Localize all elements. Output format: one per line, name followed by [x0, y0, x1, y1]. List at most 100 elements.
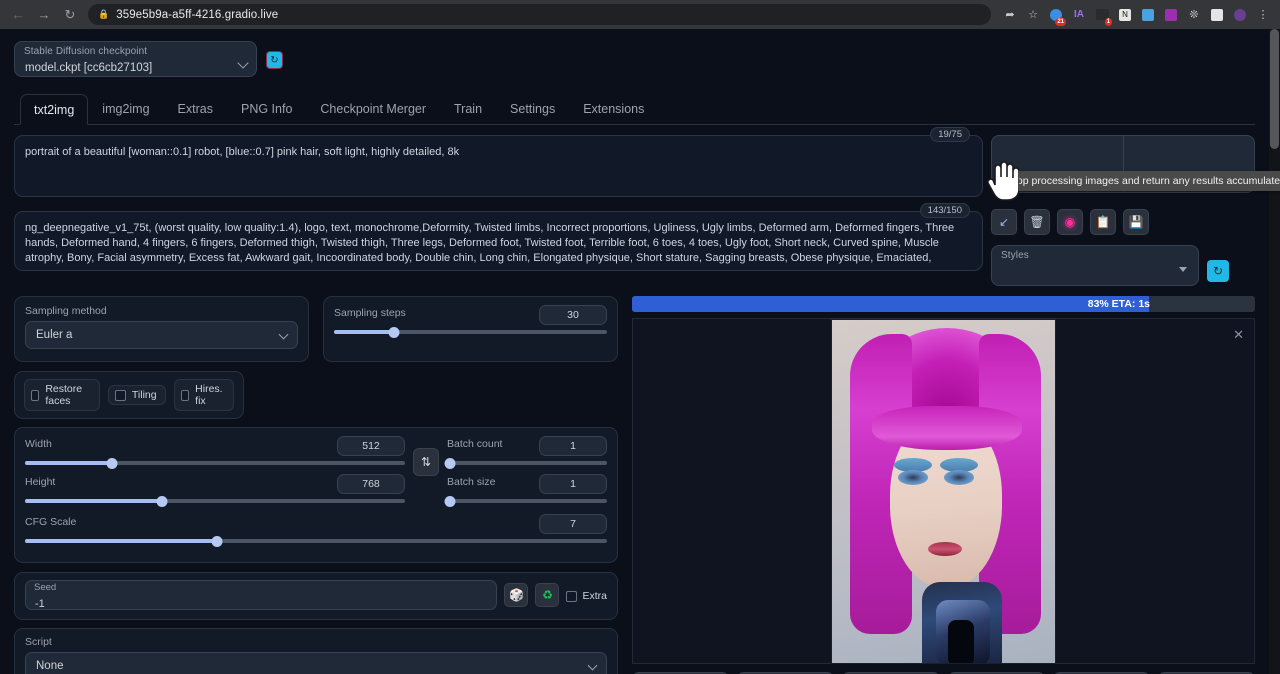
batch-size-label: Batch size	[447, 476, 495, 488]
checkpoint-row: Stable Diffusion checkpoint model.ckpt […	[0, 29, 1269, 77]
restore-faces-checkbox[interactable]: Restore faces	[24, 379, 100, 411]
tab-settings[interactable]: Settings	[496, 93, 569, 124]
tiling-checkbox[interactable]: Tiling	[108, 385, 166, 405]
apply-style-icon[interactable]: 📋	[1090, 209, 1116, 235]
extension-dark-icon[interactable]: 1	[1091, 4, 1113, 26]
styles-select[interactable]: Styles	[991, 245, 1199, 286]
checkbox-box	[566, 591, 577, 602]
image-gallery: ✕	[632, 318, 1255, 664]
extension-blue-icon[interactable]: 21	[1045, 4, 1067, 26]
kebab-menu-icon[interactable]: ⋮	[1252, 4, 1274, 26]
image-bangs	[872, 406, 1022, 450]
cfg-scale-field: CFG Scale 7	[25, 514, 607, 548]
extension-image-icon[interactable]	[1137, 4, 1159, 26]
lock-icon: 🔒	[98, 9, 109, 20]
sampling-method-value: Euler a	[36, 329, 72, 341]
star-icon[interactable]: ☆	[1022, 4, 1044, 26]
extension-puzzle-icon[interactable]: ❊	[1183, 4, 1205, 26]
cfg-scale-slider[interactable]	[25, 534, 607, 548]
positive-prompt-text: portrait of a beautiful [woman::0.1] rob…	[25, 145, 972, 160]
share-icon[interactable]: ➦	[999, 4, 1021, 26]
generated-image[interactable]	[831, 319, 1056, 664]
styles-refresh-button[interactable]: ↻	[1207, 260, 1229, 282]
checkbox-box	[31, 390, 39, 401]
sampling-steps-card: Sampling steps 30	[323, 296, 618, 362]
tab-checkpoint-merger[interactable]: Checkpoint Merger	[306, 93, 440, 124]
batch-count-field: Batch count 1	[447, 436, 607, 470]
hires-fix-checkbox[interactable]: Hires. fix	[174, 379, 234, 411]
batch-settings: Batch count 1 Batch size 1	[447, 436, 607, 512]
page-scrollbar[interactable]	[1269, 29, 1280, 674]
height-input[interactable]: 768	[337, 474, 405, 494]
forward-arrow-icon[interactable]: →	[32, 3, 56, 27]
tab-extensions[interactable]: Extensions	[569, 93, 658, 124]
extra-seed-checkbox[interactable]: Extra	[566, 590, 607, 602]
restore-faces-label: Restore faces	[45, 383, 91, 407]
paste-arrow-icon[interactable]: ↙	[991, 209, 1017, 235]
tab-img2img[interactable]: img2img	[88, 93, 163, 124]
trash-icon[interactable]: 🗑	[1024, 209, 1050, 235]
batch-count-slider[interactable]	[447, 456, 607, 470]
reload-icon[interactable]: ↻	[58, 3, 82, 27]
prompt-section: 19/75 portrait of a beautiful [woman::0.…	[0, 125, 1269, 286]
save-style-icon[interactable]: 💾	[1123, 209, 1149, 235]
seed-value: -1	[35, 598, 45, 610]
checkpoint-label: Stable Diffusion checkpoint	[24, 46, 147, 57]
seed-label: Seed	[34, 582, 56, 593]
extension-notion-icon[interactable]: N	[1114, 4, 1136, 26]
width-input[interactable]: 512	[337, 436, 405, 456]
sampling-method-select[interactable]: Euler a	[25, 321, 298, 349]
positive-prompt-textarea[interactable]: 19/75 portrait of a beautiful [woman::0.…	[14, 135, 983, 197]
negative-token-counter: 143/150	[920, 203, 970, 218]
seed-input[interactable]: Seed -1	[25, 580, 497, 610]
result-column: 83% ETA: 1s ✕	[632, 296, 1255, 674]
tab-extras[interactable]: Extras	[164, 93, 227, 124]
recycle-icon[interactable]: ♻	[535, 583, 559, 607]
checkpoint-select[interactable]: Stable Diffusion checkpoint model.ckpt […	[14, 41, 257, 77]
settings-column: Sampling method Euler a Sampling steps 3…	[14, 296, 618, 674]
back-arrow-icon[interactable]: ←	[6, 3, 30, 27]
close-icon[interactable]: ✕	[1233, 327, 1244, 343]
tab-png-info[interactable]: PNG Info	[227, 93, 306, 124]
image-eye-left	[898, 470, 928, 485]
batch-size-input[interactable]: 1	[539, 474, 607, 494]
script-select[interactable]: None	[25, 652, 607, 674]
address-bar[interactable]: 🔒 359e5b9a-a5ff-4216.gradio.live	[88, 4, 991, 25]
cfg-scale-input[interactable]: 7	[539, 514, 607, 534]
tab-txt2img[interactable]: txt2img	[20, 94, 88, 125]
batch-size-slider[interactable]	[447, 494, 607, 508]
height-field: Height 768	[25, 474, 405, 508]
positive-token-counter: 19/75	[930, 127, 970, 142]
dice-icon[interactable]: 🎲	[504, 583, 528, 607]
extension-sidepanel-icon[interactable]	[1206, 4, 1228, 26]
extension-purple-icon[interactable]	[1160, 4, 1182, 26]
width-field: Width 512	[25, 436, 405, 470]
checkbox-box	[181, 390, 190, 401]
batch-size-field: Batch size 1	[447, 474, 607, 508]
progress-bar-label: 83% ETA: 1s	[632, 296, 1255, 312]
swap-dimensions-icon[interactable]: ⇅	[413, 448, 439, 476]
action-panel: Interrupt Skip Stop processing images an…	[991, 135, 1255, 286]
scrollbar-thumb[interactable]	[1270, 29, 1279, 149]
cfg-scale-label: CFG Scale	[25, 516, 76, 528]
tab-train[interactable]: Train	[440, 93, 496, 124]
profile-avatar[interactable]	[1229, 4, 1251, 26]
browser-extension-icons: ➦ ☆ 21 IA 1 N ❊ ⋮	[999, 4, 1274, 26]
extra-networks-icon[interactable]: ◉	[1057, 209, 1083, 235]
extension-ia-icon[interactable]: IA	[1068, 4, 1090, 26]
extension-badge-count-2: 1	[1105, 18, 1112, 26]
height-slider[interactable]	[25, 494, 405, 508]
mouse-cursor-hand-icon	[985, 159, 1019, 201]
sampling-steps-slider[interactable]	[334, 325, 607, 339]
width-slider[interactable]	[25, 456, 405, 470]
sampling-steps-input[interactable]: 30	[539, 305, 607, 325]
chevron-down-icon	[237, 57, 248, 68]
batch-count-input[interactable]: 1	[539, 436, 607, 456]
checkpoint-refresh-button[interactable]: ↻	[267, 52, 282, 68]
main-tabs: txt2img img2img Extras PNG Info Checkpoi…	[14, 93, 1255, 125]
chevron-down-icon	[588, 661, 598, 671]
sampling-method-card: Sampling method Euler a	[14, 296, 309, 362]
sampling-method-label: Sampling method	[25, 305, 298, 317]
negative-prompt-textarea[interactable]: 143/150 ng_deepnegative_v1_75t, (worst q…	[14, 211, 983, 271]
height-label: Height	[25, 476, 55, 488]
